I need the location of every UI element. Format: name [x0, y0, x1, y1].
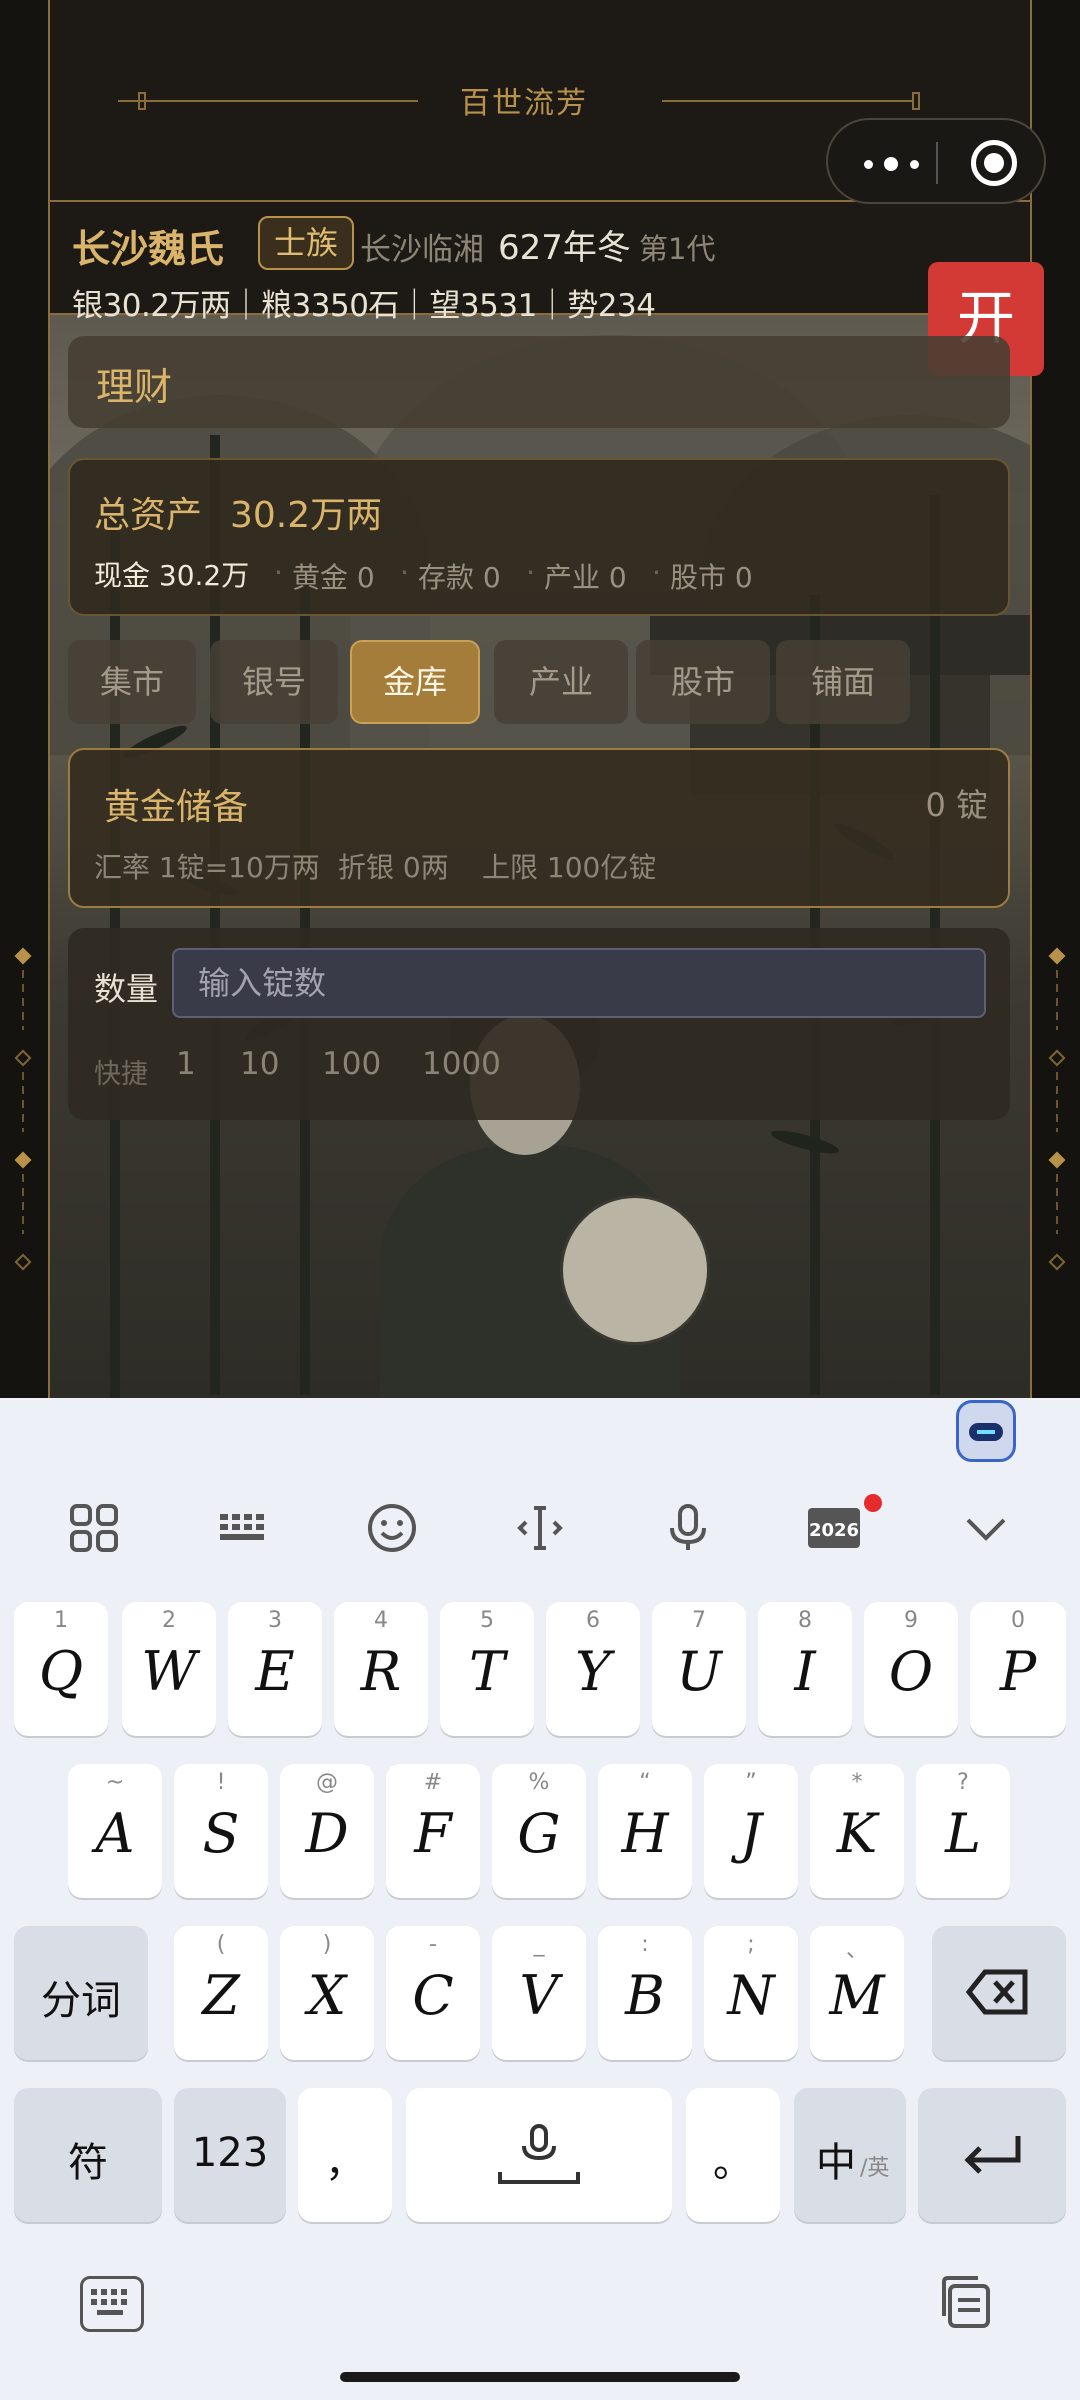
space-key[interactable] [406, 2088, 672, 2222]
quick-button-10[interactable]: 10 [240, 1046, 279, 1082]
key-y[interactable]: 6Y [546, 1602, 640, 1736]
asset-stock: 股市 0 [670, 561, 753, 594]
key-e[interactable]: 3E [228, 1602, 322, 1736]
key-m[interactable]: 、 M [810, 1926, 904, 2060]
asset-value: 30.2万两 [230, 495, 383, 536]
quick-button-1000[interactable]: 1000 [422, 1046, 501, 1082]
key-w[interactable]: 2W [122, 1602, 216, 1736]
subtab-bank[interactable]: 银号 [210, 640, 338, 724]
key-r[interactable]: 4R [334, 1602, 428, 1736]
asset-deposit: 存款 0 [418, 561, 501, 594]
gold-silver-value: 折银 0两 [338, 851, 449, 884]
subtab-shop[interactable]: 铺面 [776, 640, 910, 724]
quick-label: 快捷 [94, 1059, 148, 1090]
keyboard-switch-icon[interactable] [80, 2276, 144, 2332]
clan-place: 长沙临湘 [360, 232, 484, 268]
key-l[interactable]: ? L [916, 1764, 1010, 1898]
clan-rank-badge: 士族 [258, 216, 355, 270]
key-k[interactable]: * K [810, 1764, 904, 1898]
right-ornament [1042, 947, 1072, 1350]
quantity-input[interactable] [172, 948, 986, 1018]
key-u[interactable]: 7U [652, 1602, 746, 1736]
asset-cash: 现金 30.2万 [94, 559, 250, 592]
key-split-word[interactable]: 分词 [14, 1926, 148, 2060]
asset-industry: 产业 0 [544, 561, 627, 594]
subtab-industry[interactable]: 产业 [494, 640, 628, 724]
close-miniprogram-icon[interactable] [971, 140, 1017, 186]
key-j[interactable]: ” J [704, 1764, 798, 1898]
key-c[interactable]: -C [386, 1926, 480, 2060]
subtab-treasury[interactable]: 金库 [350, 640, 480, 724]
clipboard-icon[interactable] [936, 2272, 996, 2332]
key-numbers[interactable]: 123 [174, 2088, 286, 2222]
key-v[interactable]: _ V [492, 1926, 586, 2060]
key-h[interactable]: “H [598, 1764, 692, 1898]
microphone-icon[interactable] [658, 1500, 718, 1560]
left-ornament [8, 947, 38, 1350]
clan-name: 长沙魏氏 [72, 227, 225, 271]
key-language-toggle[interactable]: 中 /英 [794, 2088, 906, 2222]
key-f[interactable]: # F [386, 1764, 480, 1898]
game-view: 百世流芳 长沙魏氏 士族 长沙临湘 627年冬 第1代 银30.2万两｜粮335… [0, 0, 1080, 1398]
key-x[interactable]: ) X [280, 1926, 374, 2060]
key-i[interactable]: 8I [758, 1602, 852, 1736]
asset-gold: 黄金 0 [292, 561, 375, 594]
key-n[interactable]: ; N [704, 1926, 798, 2060]
keyboard-layout-icon[interactable] [214, 1500, 274, 1560]
clan-stats: 银30.2万两｜粮3350石｜望3531｜势234 [72, 288, 656, 324]
cursor-icon[interactable] [510, 1500, 570, 1560]
calendar-2026-icon[interactable]: 2026 [804, 1500, 864, 1560]
backspace-key[interactable] [932, 1926, 1066, 2060]
grid-icon[interactable] [64, 1500, 124, 1560]
gold-count: 0 锭 [925, 786, 988, 824]
key-comma[interactable]: ， [298, 2088, 392, 2222]
generation: 第1代 [639, 232, 716, 266]
gold-limit: 上限 100亿锭 [482, 851, 657, 884]
home-indicator[interactable] [340, 2372, 740, 2382]
quantity-label: 数量 [94, 970, 159, 1008]
key-q[interactable]: 1Q [14, 1602, 108, 1736]
key-s[interactable]: ! S [174, 1764, 268, 1898]
enter-key[interactable] [918, 2088, 1066, 2222]
miniprogram-capsule [826, 118, 1046, 204]
section-tab-label: 理财 [96, 365, 173, 409]
section-tab-finance[interactable] [68, 336, 1010, 428]
assistant-robot-icon[interactable] [956, 1400, 1016, 1462]
gold-exchange-rate: 汇率 1锭=10万两 [94, 851, 320, 884]
emoji-icon[interactable] [362, 1500, 422, 1560]
game-date: 627年冬 [498, 228, 631, 268]
more-icon[interactable] [858, 148, 928, 178]
key-b[interactable]: :B [598, 1926, 692, 2060]
key-p[interactable]: 0P [970, 1602, 1066, 1736]
key-o[interactable]: 9O [864, 1602, 958, 1736]
quick-button-100[interactable]: 100 [322, 1046, 381, 1082]
key-g[interactable]: % G [492, 1764, 586, 1898]
key-period[interactable]: 。 [686, 2088, 780, 2222]
collapse-keyboard-icon[interactable] [956, 1500, 1016, 1560]
key-symbols[interactable]: 符 [14, 2088, 162, 2222]
key-t[interactable]: 5T [440, 1602, 534, 1736]
svg-text:2026: 2026 [809, 1520, 859, 1541]
subtab-market[interactable]: 集市 [68, 640, 196, 724]
gold-title: 黄金储备 [104, 787, 249, 828]
key-a[interactable]: ~ A [68, 1764, 162, 1898]
key-d[interactable]: @ D [280, 1764, 374, 1898]
asset-title: 总资产 [94, 495, 203, 536]
key-z[interactable]: (Z [174, 1926, 268, 2060]
page-title: 百世流芳 [460, 86, 588, 121]
subtab-stock[interactable]: 股市 [636, 640, 770, 724]
notification-dot [864, 1494, 882, 1512]
quick-button-1[interactable]: 1 [176, 1046, 196, 1082]
